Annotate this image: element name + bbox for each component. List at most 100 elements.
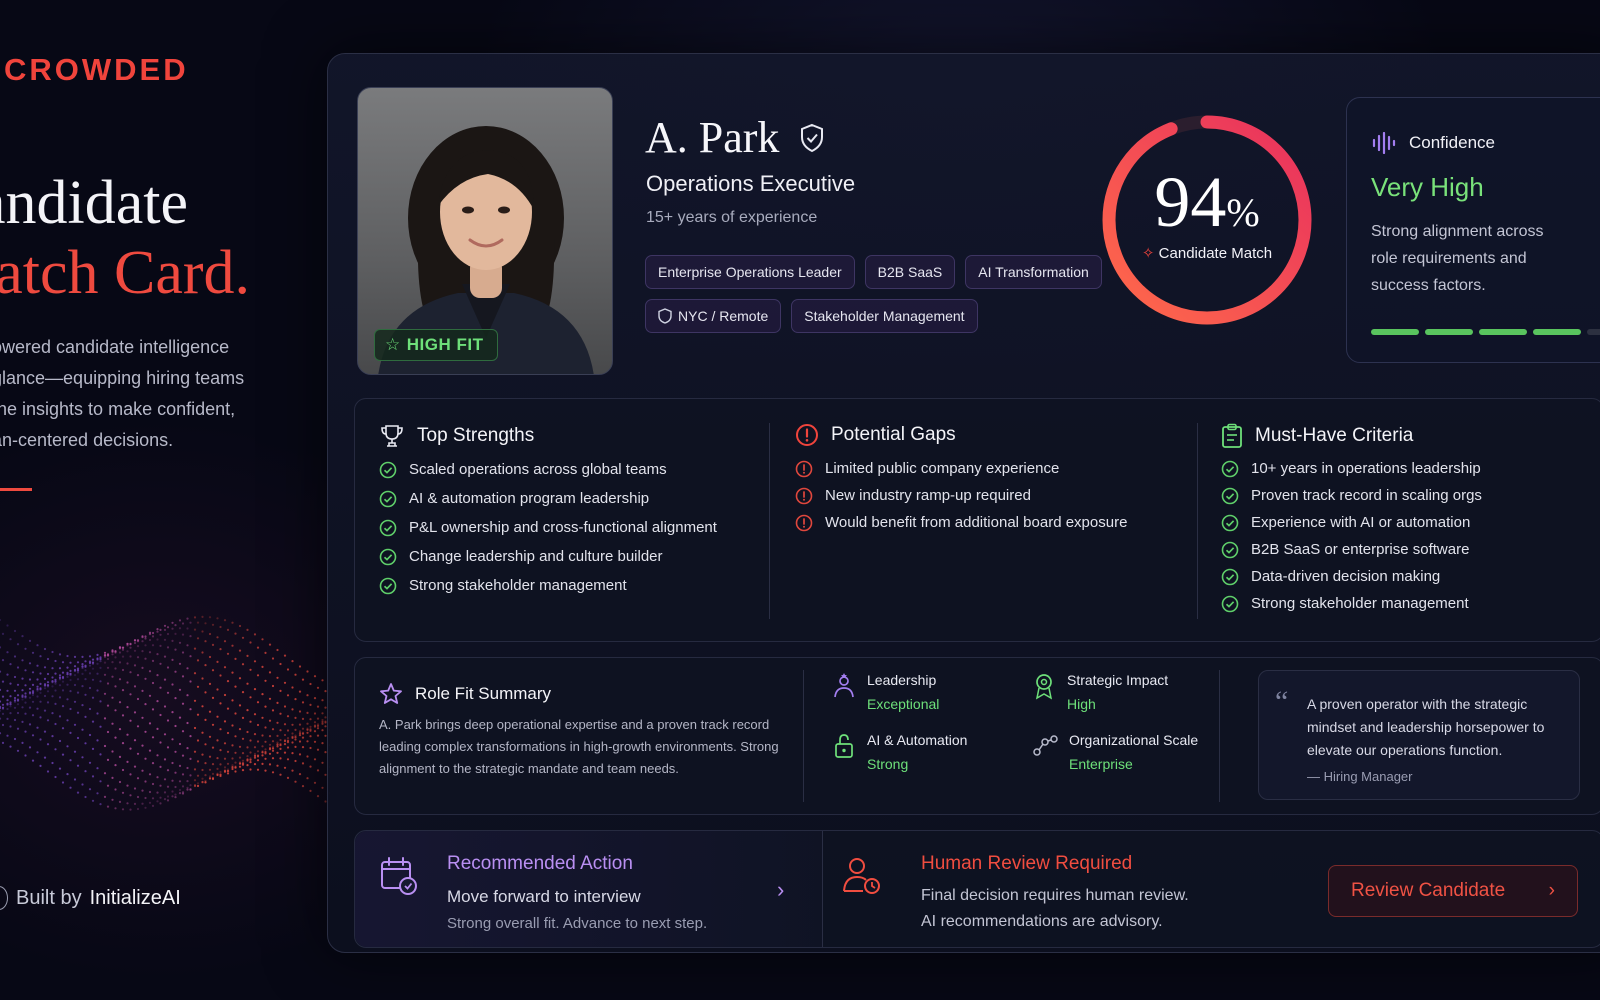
decorative-dot xyxy=(316,705,320,708)
gaps-list: Limited public company experience New ind… xyxy=(795,455,1127,536)
decorative-dot xyxy=(88,733,92,737)
action-bar: Recommended Action Move forward to inter… xyxy=(354,830,1600,948)
check-circle-icon xyxy=(1221,460,1239,477)
decorative-dot xyxy=(91,658,95,661)
decorative-dot xyxy=(313,721,317,724)
decorative-dot xyxy=(141,789,144,792)
decorative-dot xyxy=(91,667,95,670)
user-review-icon xyxy=(843,858,880,894)
decorative-dot xyxy=(201,630,204,633)
check-circle-icon xyxy=(1221,487,1239,504)
decorative-dot xyxy=(216,767,219,770)
decorative-dot xyxy=(163,628,167,631)
decorative-dot xyxy=(283,723,287,726)
decorative-dot xyxy=(316,769,320,772)
decorative-dot xyxy=(54,748,57,751)
decorative-dot xyxy=(234,766,237,769)
decorative-dot xyxy=(99,666,102,669)
decorative-dot xyxy=(81,663,84,666)
decorative-dot xyxy=(298,773,302,776)
decorative-dot xyxy=(201,777,204,780)
tag-chip[interactable]: AI Transformation xyxy=(965,255,1102,289)
human-review-sub: AI recommendations are advisory. xyxy=(921,913,1163,930)
decorative-dot xyxy=(316,724,320,727)
decorative-dot xyxy=(181,651,185,654)
decorative-dot xyxy=(114,685,117,688)
decorative-dot xyxy=(24,754,27,757)
decorative-dot xyxy=(156,727,159,730)
list-item-text: Strong stakeholder management xyxy=(409,577,627,594)
built-by-brand: InitializeAI xyxy=(89,886,181,909)
decorative-dot xyxy=(24,647,27,650)
decorative-dot xyxy=(223,640,227,643)
tag-chip[interactable]: Enterprise Operations Leader xyxy=(645,255,855,289)
decorative-dot xyxy=(316,686,320,689)
decorative-dot xyxy=(156,800,159,803)
metric-label: Leadership xyxy=(867,672,937,688)
decorative-dot xyxy=(151,681,155,685)
decorative-dot xyxy=(211,746,215,749)
tag-chip[interactable]: Stakeholder Management xyxy=(791,299,978,333)
decorative-dot xyxy=(178,716,182,719)
decorative-dot xyxy=(291,741,294,744)
decorative-dot xyxy=(298,723,302,726)
decorative-dot xyxy=(46,743,50,746)
decorative-dot xyxy=(196,637,200,640)
decorative-dot xyxy=(231,621,234,624)
section-divider xyxy=(803,670,804,802)
metric-label: AI & Automation xyxy=(867,732,968,748)
decorative-dot xyxy=(156,630,159,633)
decorative-dot xyxy=(196,774,200,777)
decorative-dot xyxy=(148,749,152,752)
decorative-dot xyxy=(291,708,294,711)
decorative-dot xyxy=(316,748,320,751)
decorative-dot xyxy=(231,724,234,727)
decorative-dot xyxy=(286,746,290,749)
decorative-dot xyxy=(174,796,177,799)
tag-chip[interactable]: NYC / Remote xyxy=(645,299,782,333)
decorative-dot xyxy=(171,738,174,741)
decorative-dot xyxy=(103,655,107,658)
metric-ai-automation: AI & Automation Strong xyxy=(831,732,967,772)
decorative-dot xyxy=(43,666,47,669)
decorative-dot xyxy=(223,770,227,773)
decorative-dot xyxy=(103,744,107,748)
recommended-action[interactable]: Recommended Action Move forward to inter… xyxy=(355,831,823,947)
decorative-dot xyxy=(13,629,17,633)
decorative-dot xyxy=(121,768,125,772)
decorative-dot xyxy=(141,640,144,643)
review-candidate-button[interactable]: Review Candidate › xyxy=(1328,865,1578,917)
decorative-dot xyxy=(201,731,204,734)
match-score-unit: % xyxy=(1226,190,1260,235)
decorative-dot xyxy=(294,716,297,719)
list-item: P&L ownership and cross-functional align… xyxy=(379,513,717,542)
decorative-dot xyxy=(6,734,9,737)
decorative-dot xyxy=(246,709,249,712)
decorative-dot xyxy=(264,752,267,755)
decorative-dot xyxy=(129,646,132,649)
list-item: Strong stakeholder management xyxy=(1221,590,1482,617)
decorative-dot xyxy=(148,773,152,776)
decorative-dot xyxy=(66,719,69,722)
recommended-action-title: Recommended Action xyxy=(447,853,633,874)
recommended-action-sub: Strong overall fit. Advance to next step… xyxy=(447,915,708,932)
decorative-dot xyxy=(238,745,242,748)
decorative-dot xyxy=(133,802,137,805)
decorative-dot xyxy=(249,761,252,764)
decorative-dot xyxy=(174,624,177,627)
list-item-text: B2B SaaS or enterprise software xyxy=(1251,541,1470,558)
decorative-dot xyxy=(174,750,177,753)
decorative-dot xyxy=(36,685,39,688)
decorative-dot xyxy=(73,674,77,677)
decorative-dot xyxy=(166,719,170,722)
initialize-logo-icon xyxy=(0,886,8,910)
decorative-dot xyxy=(121,714,125,717)
decorative-dot xyxy=(261,745,264,748)
decorative-dot xyxy=(129,808,132,811)
decorative-dot xyxy=(174,670,177,673)
chevron-right-icon[interactable]: › xyxy=(777,877,784,903)
decorative-dot xyxy=(204,781,207,784)
tag-chip[interactable]: B2B SaaS xyxy=(864,255,956,289)
decorative-dot xyxy=(66,683,69,686)
decorative-dot xyxy=(99,680,102,683)
